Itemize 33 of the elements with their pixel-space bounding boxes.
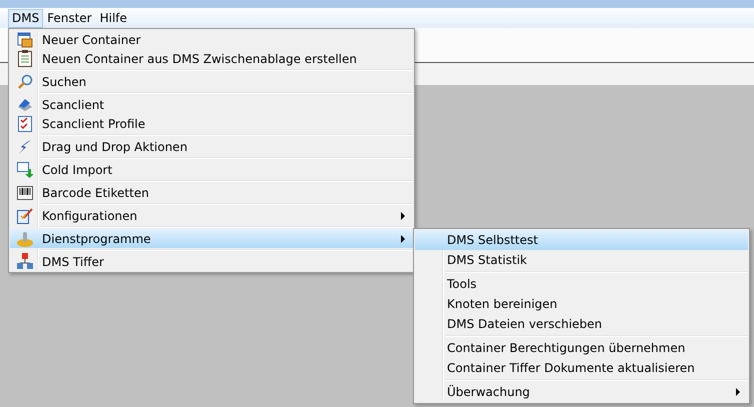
settings-icon <box>16 208 32 224</box>
menu-item[interactable]: Barcode Etiketten <box>10 183 413 202</box>
menu-item[interactable]: Cold Import <box>10 160 413 179</box>
document-window-icon <box>16 32 32 48</box>
scanner-icon <box>16 98 32 112</box>
menu-item[interactable]: Neuer Container <box>10 30 413 49</box>
menu-item[interactable]: Knoten bereinigen <box>415 294 748 314</box>
menu-item[interactable]: DMS Selbsttest <box>415 230 748 250</box>
network-icon <box>16 253 34 270</box>
menu-item[interactable]: DMS Tiffer <box>10 252 413 271</box>
menu-bar-item[interactable]: Fenster <box>43 8 96 28</box>
menu-item[interactable]: Dienstprogramme <box>10 229 413 248</box>
menu-item[interactable]: Konfigurationen <box>10 206 413 225</box>
menu-item[interactable]: Überwachung <box>415 382 748 402</box>
clipboard-icon <box>18 50 32 67</box>
menu-item[interactable]: Tools <box>415 274 748 294</box>
search-icon <box>16 74 32 90</box>
menu-item[interactable]: Drag und Drop Aktionen <box>10 137 413 156</box>
lightning-icon <box>16 138 32 154</box>
menu-bar-item[interactable]: DMS <box>8 8 44 28</box>
menu-bar-item[interactable]: Hilfe <box>96 8 132 28</box>
menu-item[interactable]: Suchen <box>10 72 413 91</box>
checklist-icon <box>18 116 32 132</box>
import-icon <box>16 162 32 178</box>
menu-item[interactable]: Container Tiffer Dokumente aktualisieren <box>415 358 748 378</box>
menu-item[interactable]: DMS Statistik <box>415 250 748 270</box>
barcode-icon <box>16 186 32 200</box>
menu-item[interactable]: Scanclient Profile <box>10 114 413 133</box>
menu-item[interactable]: DMS Dateien verschieben <box>415 314 748 334</box>
menu-item[interactable]: Scanclient <box>10 95 413 114</box>
menu-item[interactable]: Container Berechtigungen übernehmen <box>415 338 748 358</box>
tool-icon <box>16 230 34 246</box>
menu-item[interactable]: Neuen Container aus DMS Zwischenablage erstellen <box>10 49 413 68</box>
